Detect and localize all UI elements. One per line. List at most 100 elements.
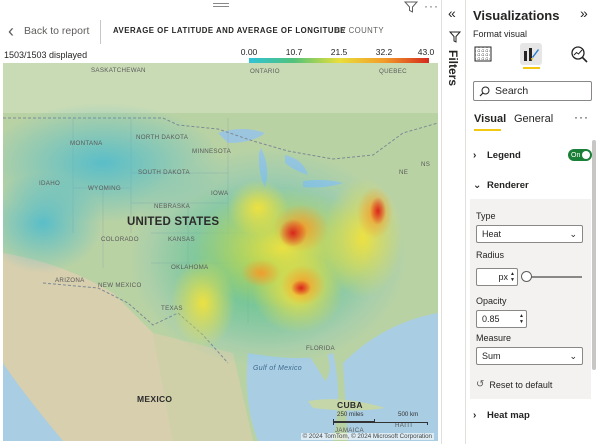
map-label: ARIZONA	[55, 277, 85, 284]
analytics-magnifier-icon	[571, 46, 588, 63]
build-visual-button[interactable]	[472, 43, 494, 65]
scale-tick: 43.0	[417, 47, 435, 57]
type-label: Type	[476, 211, 496, 221]
back-to-report-label: Back to report	[24, 25, 90, 37]
double-chevron-right-icon[interactable]: »	[580, 6, 588, 20]
opacity-spinner[interactable]: ▲ ▼	[519, 313, 524, 325]
map-label: MINNESOTA	[192, 148, 232, 155]
map-label-country: CUBA	[337, 400, 363, 410]
chevron-down-icon: ⌄	[569, 228, 577, 239]
type-dropdown[interactable]: Heat ⌄	[476, 225, 583, 243]
toggle-knob	[582, 151, 590, 159]
radius-input[interactable]: px ▲ ▼	[476, 268, 518, 286]
radius-unit: px	[498, 272, 509, 282]
tab-visual[interactable]: Visual	[474, 113, 506, 125]
scale-tick: 32.2	[375, 47, 393, 57]
analytics-button[interactable]	[568, 43, 590, 65]
map-label: SOUTH DAKOTA	[138, 169, 190, 176]
format-visual-button[interactable]	[520, 43, 542, 65]
map-label: WYOMING	[88, 185, 122, 192]
map-label: COLORADO	[101, 236, 139, 243]
type-value: Heat	[482, 229, 502, 239]
opacity-value: 0.85	[482, 314, 500, 324]
tab-visual-underline	[474, 129, 501, 131]
map-label: NEW MEXICO	[98, 282, 142, 289]
search-placeholder: Search	[495, 85, 529, 97]
back-to-report-button[interactable]: ‹ Back to report	[8, 22, 89, 40]
map-label: NE	[399, 169, 409, 176]
scrollbar-thumb[interactable]	[592, 140, 596, 370]
double-chevron-left-icon[interactable]: «	[448, 6, 456, 20]
tab-general[interactable]: General	[514, 113, 553, 125]
scale-km-label: 500 km	[398, 411, 419, 418]
filters-pane-label[interactable]: Filters	[446, 50, 460, 86]
map-label: FLORIDA	[306, 345, 335, 352]
visual-subtitle: BY COUNTY	[335, 26, 384, 35]
radius-label: Radius	[476, 250, 505, 260]
legend-toggle[interactable]: On	[568, 149, 592, 161]
chevron-right-icon: ›	[473, 149, 477, 161]
visual-title: AVERAGE OF LATITUDE AND AVERAGE OF LONGI…	[113, 26, 346, 35]
reset-label: Reset to default	[489, 379, 553, 390]
format-visual-label: Format visual	[473, 29, 528, 39]
paintbrush-icon	[524, 48, 539, 61]
report-canvas: ··· ‹ Back to report AVERAGE OF LATITUDE…	[0, 0, 441, 444]
map-label: NEBRASKA	[154, 203, 191, 210]
reset-icon: ↺	[476, 379, 485, 390]
opacity-label: Opacity	[476, 296, 507, 306]
map-attribution[interactable]: © 2024 TomTom, © 2024 Microsoft Corporat…	[300, 433, 434, 440]
legend-section-label: Legend	[487, 149, 521, 161]
scale-tick: 10.7	[285, 47, 303, 57]
map-label: SASKATCHEWAN	[91, 67, 146, 74]
chevron-down-icon: ⌄	[569, 350, 577, 361]
measure-label: Measure	[476, 333, 512, 343]
chevron-left-icon: ‹	[8, 21, 14, 41]
chevron-right-icon: ›	[473, 409, 477, 421]
map-label: MONTANA	[70, 140, 103, 147]
visual-drag-grip[interactable]	[213, 3, 229, 7]
heat-map[interactable]: SASKATCHEWAN ONTARIO QUEBEC MONTANA NORT…	[3, 63, 438, 441]
map-label: IDAHO	[39, 180, 61, 187]
map-label-country: UNITED STATES	[127, 216, 220, 228]
search-input[interactable]: Search	[473, 81, 592, 101]
legend-toggle-label: On	[571, 151, 581, 159]
map-label: OKLAHOMA	[171, 264, 209, 271]
measure-dropdown[interactable]: Sum ⌄	[476, 347, 583, 365]
renderer-section-label: Renderer	[487, 179, 529, 191]
scale-tick: 21.5	[330, 47, 348, 57]
more-options-icon[interactable]: ···	[574, 110, 589, 124]
map-scale-bar: 250 miles 500 km	[333, 411, 433, 427]
measure-value: Sum	[482, 351, 501, 361]
chevron-down-icon: ⌄	[473, 179, 482, 191]
search-icon	[479, 86, 490, 96]
radius-spinner[interactable]: ▲ ▼	[510, 271, 515, 283]
map-label-sea: Gulf of Mexico	[253, 365, 302, 372]
map-label-country: MEXICO	[137, 394, 173, 404]
map-label: NS	[421, 161, 431, 168]
scale-miles-label: 250 miles	[337, 411, 364, 418]
map-label: IOWA	[211, 190, 229, 197]
reset-to-default-button[interactable]: ↺ Reset to default	[476, 379, 552, 390]
filters-pane-collapsed: « Filters	[441, 0, 466, 444]
heatmap-section-label: Heat map	[487, 409, 530, 421]
radius-slider-handle[interactable]	[521, 271, 532, 282]
map-label: KANSAS	[168, 236, 195, 243]
opacity-input[interactable]: 0.85 ▲ ▼	[476, 310, 527, 328]
map-label: TEXAS	[161, 305, 183, 312]
renderer-section-header[interactable]: ⌄ Renderer	[473, 173, 591, 197]
visualizations-title: Visualizations	[473, 8, 560, 23]
map-label: ONTARIO	[250, 68, 280, 75]
title-divider	[100, 20, 101, 44]
funnel-icon	[449, 31, 461, 43]
visualizations-pane: Visualizations » Format visual Search Vi…	[467, 0, 600, 444]
radius-slider-track[interactable]	[524, 276, 582, 278]
active-tab-indicator	[523, 67, 540, 69]
map-label: NORTH DAKOTA	[136, 134, 189, 141]
more-options-icon[interactable]: ···	[424, 0, 439, 12]
map-label: QUEBEC	[379, 68, 407, 75]
filter-icon[interactable]	[404, 1, 418, 13]
scale-tick: 0.00	[240, 47, 258, 57]
scale-km-bar	[333, 422, 428, 425]
displayed-count: 1503/1503 displayed	[4, 50, 88, 60]
heatmap-section-header[interactable]: › Heat map	[473, 403, 591, 427]
